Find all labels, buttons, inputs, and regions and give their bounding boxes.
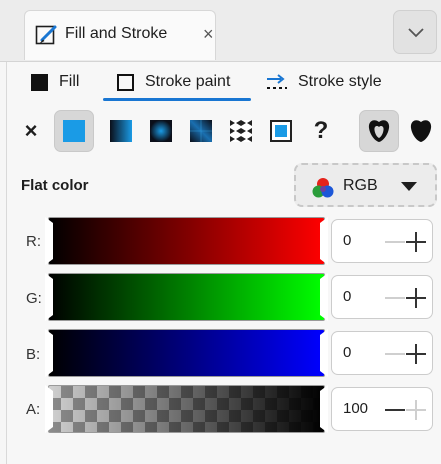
caret-down-icon — [401, 182, 417, 191]
channel-label-b: B: — [26, 346, 41, 363]
slider-marker-icon — [320, 217, 328, 265]
paint-swatch-button[interactable] — [263, 110, 299, 152]
slider-marker-icon — [320, 329, 328, 377]
close-icon[interactable]: × — [203, 24, 214, 45]
paint-mesh-gradient-button[interactable] — [183, 110, 219, 152]
swatch-icon — [270, 120, 292, 142]
plus-icon — [415, 288, 417, 308]
alpha-decrement-button[interactable] — [385, 409, 405, 411]
evenodd-fill-rule-icon — [368, 120, 390, 142]
blue-decrement-button[interactable] — [385, 353, 405, 355]
green-decrement-button[interactable] — [385, 297, 405, 299]
radial-gradient-icon — [150, 120, 172, 142]
linear-gradient-icon — [110, 120, 132, 142]
nonzero-fill-rule-icon — [410, 120, 432, 142]
stroke-style-icon — [267, 74, 287, 89]
tab-stroke-style-label: Stroke style — [298, 73, 382, 90]
green-slider[interactable] — [45, 273, 328, 321]
alpha-slider[interactable] — [45, 385, 328, 433]
slider-marker-icon — [320, 273, 328, 321]
plus-icon — [415, 232, 417, 252]
dock-menu-button[interactable] — [393, 10, 437, 54]
red-slider[interactable] — [45, 217, 328, 265]
fill-rule-nonzero-button[interactable] — [403, 110, 439, 152]
paint-flat-color-button[interactable] — [54, 110, 94, 152]
alpha-value[interactable]: 100 — [343, 400, 368, 417]
no-paint-icon: × — [24, 118, 38, 143]
color-wheel-icon — [312, 178, 334, 198]
outline-square-icon — [117, 74, 134, 91]
blue-value[interactable]: 0 — [343, 344, 351, 361]
tab-stroke-paint-label: Stroke paint — [145, 73, 231, 90]
alpha-spinbutton[interactable]: 100 — [331, 387, 433, 431]
fill-and-stroke-panel: Fill Stroke paint Stroke style × ? Flat … — [6, 62, 441, 464]
tab-fill-label: Fill — [59, 73, 80, 90]
red-value[interactable]: 0 — [343, 232, 351, 249]
fill-rule-evenodd-button[interactable] — [359, 110, 399, 152]
channel-label-g: G: — [26, 290, 42, 307]
mesh-gradient-icon — [190, 120, 212, 142]
green-value[interactable]: 0 — [343, 288, 351, 305]
channel-label-a: A: — [26, 401, 41, 418]
tab-fill[interactable]: Fill — [15, 62, 95, 100]
flat-color-heading: Flat color — [21, 177, 89, 194]
plus-icon — [415, 400, 417, 420]
paint-radial-gradient-button[interactable] — [143, 110, 179, 152]
paint-none-button[interactable]: × — [13, 110, 49, 152]
slider-marker-icon — [45, 273, 53, 321]
dock-tab-bar: Fill and Stroke × — [0, 0, 441, 62]
pattern-icon — [230, 120, 252, 142]
paint-linear-gradient-button[interactable] — [103, 110, 139, 152]
blue-slider[interactable] — [45, 329, 328, 377]
paint-unset-button[interactable]: ? — [303, 110, 339, 152]
slider-marker-icon — [45, 217, 53, 265]
channel-label-r: R: — [26, 233, 41, 250]
dock-tab-title: Fill and Stroke — [65, 25, 168, 42]
red-spinbutton[interactable]: 0 — [331, 219, 433, 263]
tab-stroke-style[interactable]: Stroke style — [259, 62, 399, 100]
slider-marker-icon — [45, 385, 53, 433]
green-spinbutton[interactable]: 0 — [331, 275, 433, 319]
unset-paint-icon: ? — [313, 117, 329, 144]
red-decrement-button[interactable] — [385, 241, 405, 243]
color-mode-dropdown[interactable]: RGB — [294, 163, 437, 207]
plus-icon — [415, 344, 417, 364]
flat-color-icon — [63, 120, 85, 142]
color-mode-value: RGB — [343, 177, 378, 194]
filled-square-icon — [31, 74, 48, 91]
paint-pattern-button[interactable] — [223, 110, 259, 152]
dock-tab-fill-and-stroke[interactable]: Fill and Stroke × — [24, 10, 216, 60]
slider-marker-icon — [320, 385, 328, 433]
chevron-down-icon — [408, 28, 424, 38]
blue-spinbutton[interactable]: 0 — [331, 331, 433, 375]
fill-stroke-icon — [35, 23, 59, 52]
slider-marker-icon — [45, 329, 53, 377]
active-tab-indicator — [103, 98, 251, 101]
tab-stroke-paint[interactable]: Stroke paint — [103, 62, 253, 100]
